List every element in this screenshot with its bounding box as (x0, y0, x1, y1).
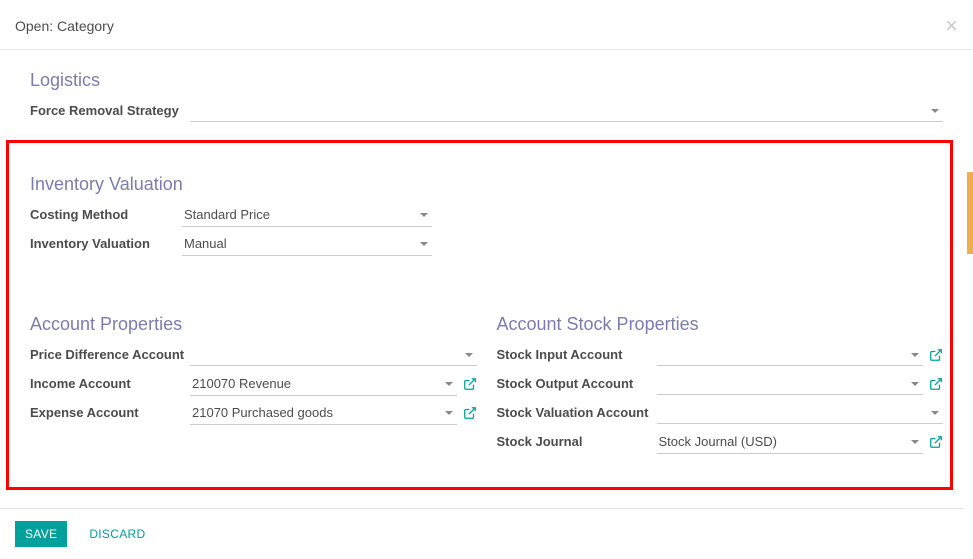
external-link-stock-output[interactable] (929, 377, 943, 391)
account-stock-properties-col: Account Stock Properties Stock Input Acc… (497, 259, 944, 457)
force-removal-strategy-row: Force Removal Strategy (30, 97, 943, 124)
costing-method-label: Costing Method (30, 207, 182, 222)
external-link-stock-journal[interactable] (929, 435, 943, 449)
modal-footer: SAVE DISCARD (0, 508, 965, 559)
modal-header: Open: Category × (0, 0, 973, 50)
external-link-expense[interactable] (463, 406, 477, 420)
stock-output-row: Stock Output Account (497, 370, 944, 397)
inventory-valuation-row: Inventory Valuation Manual (30, 230, 943, 257)
stock-valuation-select[interactable] (657, 402, 944, 424)
stock-valuation-row: Stock Valuation Account (497, 399, 944, 426)
expense-account-row: Expense Account 21070 Purchased goods (30, 399, 477, 426)
price-diff-label: Price Difference Account (30, 347, 190, 362)
account-properties-heading: Account Properties (30, 314, 477, 335)
costing-method-row: Costing Method Standard Price (30, 201, 943, 228)
stock-journal-row: Stock Journal Stock Journal (USD) (497, 428, 944, 455)
stock-valuation-label: Stock Valuation Account (497, 405, 657, 420)
price-diff-row: Price Difference Account (30, 341, 477, 368)
stock-input-row: Stock Input Account (497, 341, 944, 368)
price-diff-select[interactable] (190, 344, 477, 366)
inventory-valuation-select[interactable]: Manual (182, 232, 432, 256)
account-columns: Account Properties Price Difference Acco… (30, 259, 943, 457)
income-account-select[interactable]: 210070 Revenue (190, 372, 457, 396)
external-link-income[interactable] (463, 377, 477, 391)
modal-title: Open: Category (15, 18, 114, 34)
modal-body: Logistics Force Removal Strategy Invento… (0, 50, 973, 500)
scrollbar-accent (967, 172, 973, 254)
income-account-row: Income Account 210070 Revenue (30, 370, 477, 397)
close-icon[interactable]: × (945, 15, 958, 37)
stock-output-select[interactable] (657, 373, 924, 395)
stock-output-label: Stock Output Account (497, 376, 657, 391)
force-removal-strategy-select[interactable] (190, 100, 943, 122)
save-button[interactable]: SAVE (15, 521, 67, 547)
stock-journal-label: Stock Journal (497, 434, 657, 449)
account-properties-col: Account Properties Price Difference Acco… (30, 259, 477, 457)
external-link-stock-input[interactable] (929, 348, 943, 362)
expense-account-select[interactable]: 21070 Purchased goods (190, 401, 457, 425)
expense-account-label: Expense Account (30, 405, 190, 420)
discard-button[interactable]: DISCARD (79, 521, 155, 547)
inventory-valuation-label: Inventory Valuation (30, 236, 182, 251)
costing-method-select[interactable]: Standard Price (182, 203, 432, 227)
inventory-valuation-heading: Inventory Valuation (30, 174, 943, 195)
stock-input-select[interactable] (657, 344, 924, 366)
stock-journal-select[interactable]: Stock Journal (USD) (657, 430, 924, 454)
logistics-heading: Logistics (30, 70, 943, 91)
income-account-label: Income Account (30, 376, 190, 391)
stock-input-label: Stock Input Account (497, 347, 657, 362)
account-stock-properties-heading: Account Stock Properties (497, 314, 944, 335)
force-removal-strategy-label: Force Removal Strategy (30, 103, 190, 118)
